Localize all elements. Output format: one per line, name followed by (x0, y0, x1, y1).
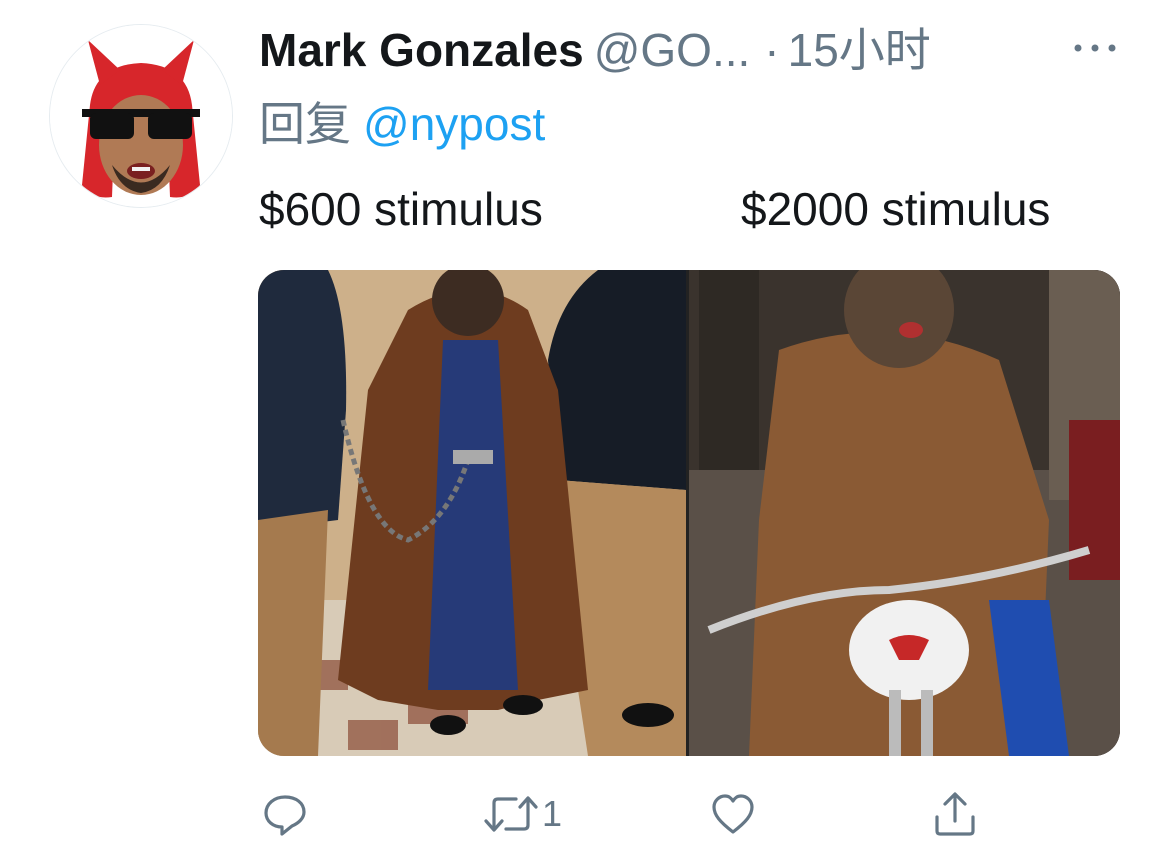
retweet-count: 1 (542, 793, 563, 834)
retweet-button[interactable]: 1 (482, 788, 562, 840)
reply-button[interactable] (262, 788, 310, 840)
more-dots-icon (1074, 44, 1116, 52)
photo-left[interactable] (258, 270, 686, 756)
retweet-icon (484, 796, 538, 832)
share-upload-icon (935, 792, 975, 836)
display-name[interactable]: Mark Gonzales (259, 24, 584, 76)
user-handle[interactable]: @GO... (594, 24, 751, 76)
share-button[interactable] (932, 788, 980, 840)
reply-mention-link[interactable]: @nypost (363, 98, 545, 150)
tweet-header: Mark Gonzales @GO... · 15小时 (259, 20, 1139, 80)
avatar-image (50, 25, 232, 207)
replying-to: 回复 @nypost (259, 95, 545, 153)
reply-prefix: 回复 (259, 98, 351, 150)
tweet-text-right: $2000 stimulus (741, 183, 1051, 235)
reply-bubble-icon (264, 795, 306, 836)
avatar[interactable] (49, 24, 233, 208)
like-button[interactable] (710, 788, 758, 840)
separator-dot: · (764, 24, 780, 76)
tweet-media (258, 270, 1120, 756)
heart-icon (712, 794, 754, 834)
more-options-button[interactable] (1070, 26, 1120, 66)
photo-right[interactable] (689, 270, 1120, 756)
tweet-timestamp[interactable]: 15小时 (788, 24, 931, 76)
tweet-text-left: $600 stimulus (259, 183, 543, 235)
